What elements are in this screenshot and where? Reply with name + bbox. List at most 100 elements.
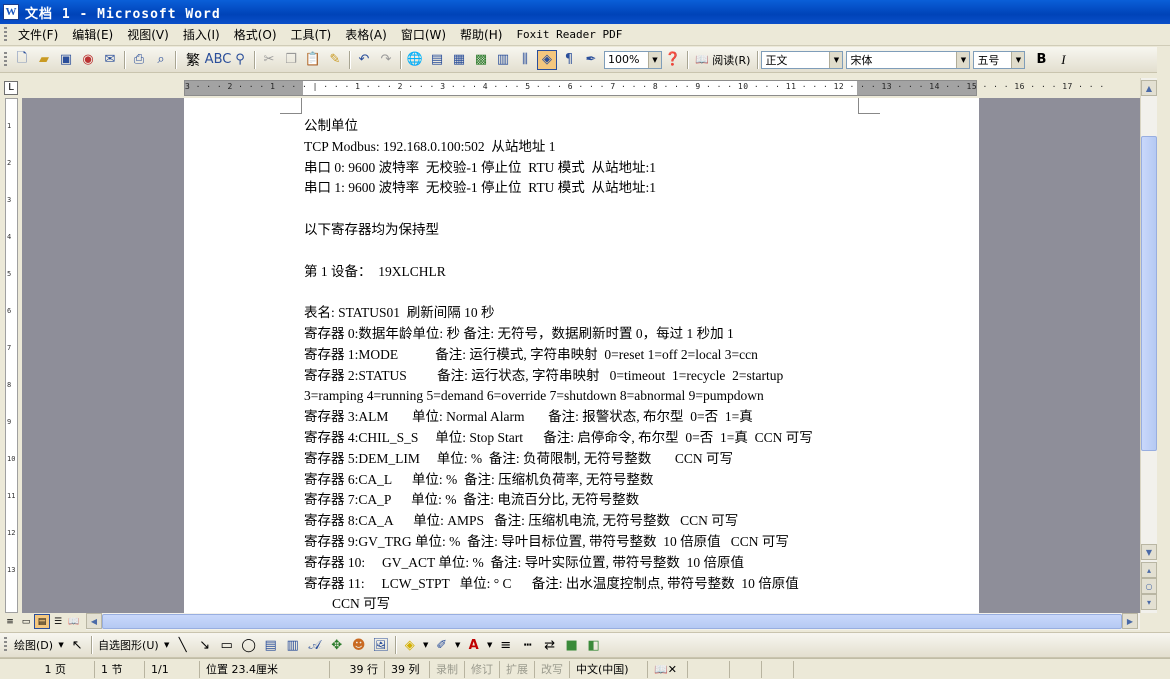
oval-icon[interactable]: ◯: [239, 635, 259, 655]
document-body[interactable]: 公制单位 TCP Modbus: 192.168.0.100:502 从站地址 1…: [304, 116, 864, 613]
rectangle-icon[interactable]: ▭: [217, 635, 237, 655]
document-page[interactable]: 公制单位 TCP Modbus: 192.168.0.100:502 从站地址 1…: [184, 98, 979, 613]
line-style-icon[interactable]: ≡: [496, 635, 516, 655]
ink-icon[interactable]: ✒: [581, 50, 601, 70]
print-icon[interactable]: ⎙: [129, 50, 149, 70]
font-select[interactable]: 宋体 ▼: [846, 50, 971, 69]
line-color-icon[interactable]: ✐: [432, 635, 452, 655]
document-line[interactable]: 串口 1: 9600 波特率 无校验-1 停止位 RTU 模式 从站地址:1: [304, 178, 864, 199]
menu-grip[interactable]: [4, 26, 7, 43]
document-map-icon[interactable]: ◈: [537, 49, 557, 70]
paste-icon[interactable]: 📋: [303, 50, 323, 70]
arrow-style-icon[interactable]: ⇄: [540, 635, 560, 655]
document-line[interactable]: [304, 241, 864, 262]
horizontal-scrollbar[interactable]: ◀ ▶: [86, 613, 1140, 630]
print-layout-view-icon[interactable]: ▤: [34, 614, 50, 629]
format-painter-icon[interactable]: ✎: [325, 50, 345, 70]
zoom-select[interactable]: 100% ▼: [604, 50, 662, 69]
chevron-down-icon[interactable]: ▼: [648, 51, 661, 68]
save-icon[interactable]: ▣: [56, 50, 76, 70]
open-folder-icon[interactable]: ▰: [34, 50, 54, 70]
status-overtype[interactable]: 改写: [535, 660, 570, 678]
hyperlink-icon[interactable]: 🌐: [405, 50, 425, 70]
document-line[interactable]: 寄存器 5:DEM_LIM 单位: % 备注: 负荷限制, 无符号整数 CCN …: [304, 449, 864, 470]
chevron-down-icon[interactable]: ▼: [829, 51, 843, 68]
scroll-right-icon[interactable]: ▶: [1122, 613, 1138, 629]
document-line[interactable]: 寄存器 9:GV_TRG 单位: % 备注: 导叶目标位置, 带符号整数 10 …: [304, 532, 864, 553]
menu-table[interactable]: 表格(A): [338, 25, 394, 45]
document-line[interactable]: 寄存器 11: LCW_STPT 单位: ° C 备注: 出水温度控制点, 带符…: [304, 574, 864, 595]
vertical-scrollbar[interactable]: ▲ ▼ ▴ ○ ▾: [1140, 78, 1157, 613]
document-line[interactable]: 串口 0: 9600 波特率 无校验-1 停止位 RTU 模式 从站地址:1: [304, 158, 864, 179]
chevron-down-icon[interactable]: ▼: [956, 51, 970, 68]
bold-button[interactable]: B: [1031, 50, 1051, 70]
chevron-down-icon[interactable]: ▼: [163, 635, 171, 655]
style-select[interactable]: 正文 ▼: [761, 50, 844, 69]
menu-view[interactable]: 视图(V): [120, 25, 176, 45]
document-line[interactable]: 寄存器 8:CA_A 单位: AMPS 备注: 压缩机电流, 无符号整数 CCN…: [304, 511, 864, 532]
document-line[interactable]: [304, 282, 864, 303]
new-document-icon[interactable]: 🗋: [12, 50, 32, 70]
scroll-down-icon[interactable]: ▼: [1141, 544, 1157, 560]
vertical-scroll-thumb[interactable]: [1141, 136, 1157, 451]
document-line[interactable]: 3=ramping 4=running 5=demand 6=override …: [304, 386, 864, 407]
menu-insert[interactable]: 插入(I): [176, 25, 227, 45]
document-line[interactable]: 寄存器 4:CHIL_S_S 单位: Stop Start 备注: 启停命令, …: [304, 428, 864, 449]
menu-help[interactable]: 帮助(H): [453, 25, 509, 45]
word-app-icon[interactable]: W: [3, 4, 19, 20]
tab-selector-button[interactable]: L: [4, 81, 18, 95]
spelling-status-icon[interactable]: 📖✕: [648, 660, 688, 678]
picture-icon[interactable]: 🖼: [371, 635, 391, 655]
shadow-style-icon[interactable]: ■: [562, 635, 582, 655]
3d-style-icon[interactable]: ◧: [584, 635, 604, 655]
vertical-text-box-icon[interactable]: ▥: [283, 635, 303, 655]
columns-icon[interactable]: ▥: [493, 50, 513, 70]
text-box-icon[interactable]: ▤: [261, 635, 281, 655]
wordart-icon[interactable]: 𝒜: [305, 635, 325, 655]
undo-icon[interactable]: ↶: [354, 50, 374, 70]
diagram-icon[interactable]: ✥: [327, 635, 347, 655]
clip-art-icon[interactable]: ☻: [349, 635, 369, 655]
document-line[interactable]: 表名: STATUS01 刷新间隔 10 秒: [304, 303, 864, 324]
menu-edit[interactable]: 编辑(E): [65, 25, 120, 45]
document-line[interactable]: CCN 可写: [304, 594, 864, 613]
fill-color-icon[interactable]: ◈: [400, 635, 420, 655]
draw-menu-button[interactable]: 绘图(D): [11, 637, 56, 653]
italic-button[interactable]: I: [1053, 50, 1073, 70]
horizontal-scroll-thumb[interactable]: [102, 614, 1122, 629]
spelling-icon[interactable]: ABC: [205, 50, 232, 70]
document-line[interactable]: [304, 199, 864, 220]
menu-format[interactable]: 格式(O): [227, 25, 284, 45]
insert-table-icon[interactable]: ▦: [449, 50, 469, 70]
chevron-down-icon[interactable]: ▼: [422, 635, 430, 655]
document-line[interactable]: TCP Modbus: 192.168.0.100:502 从站地址 1: [304, 137, 864, 158]
tables-borders-icon[interactable]: ▤: [427, 50, 447, 70]
drawing-icon[interactable]: ⫼: [515, 50, 535, 70]
chevron-down-icon[interactable]: ▼: [1011, 51, 1025, 68]
toolbar-grip[interactable]: [4, 51, 7, 68]
vertical-ruler[interactable]: 1 2 3 4 5 6 7 8 9 10 11 12 13: [0, 98, 22, 613]
next-page-icon[interactable]: ▾: [1141, 594, 1157, 610]
document-line[interactable]: 寄存器 0:数据年龄单位: 秒 备注: 无符号，数据刷新时置 0，每过 1 秒加…: [304, 324, 864, 345]
traditional-chinese-button[interactable]: 繁: [180, 50, 206, 70]
email-icon[interactable]: ✉: [100, 50, 120, 70]
horizontal-ruler[interactable]: 3 · · · 2 · · · 1 · · · | · · · 1 · · · …: [184, 80, 1104, 96]
menu-file[interactable]: 文件(F): [11, 25, 65, 45]
previous-page-icon[interactable]: ▴: [1141, 562, 1157, 578]
scroll-up-icon[interactable]: ▲: [1141, 80, 1157, 96]
normal-view-icon[interactable]: ≡: [2, 614, 18, 629]
menu-window[interactable]: 窗口(W): [394, 25, 453, 45]
autoshapes-button[interactable]: 自选图形(U): [95, 637, 162, 653]
cut-icon[interactable]: ✂: [259, 50, 279, 70]
document-line[interactable]: 寄存器 3:ALM 单位: Normal Alarm 备注: 报警状态, 布尔型…: [304, 407, 864, 428]
outline-view-icon[interactable]: ☰: [50, 614, 66, 629]
help-icon[interactable]: ❓: [663, 50, 683, 70]
research-icon[interactable]: ⚲: [230, 50, 250, 70]
document-line[interactable]: 第 1 设备： 19XLCHLR: [304, 262, 864, 283]
select-browse-object-icon[interactable]: ○: [1141, 578, 1157, 594]
copy-icon[interactable]: ❐: [281, 50, 301, 70]
chevron-down-icon[interactable]: ▼: [57, 635, 65, 655]
arrow-icon[interactable]: ↘: [195, 635, 215, 655]
document-line[interactable]: 寄存器 2:STATUS 备注: 运行状态, 字符串映射 0=timeout 1…: [304, 366, 864, 387]
status-extend[interactable]: 扩展: [500, 660, 535, 678]
